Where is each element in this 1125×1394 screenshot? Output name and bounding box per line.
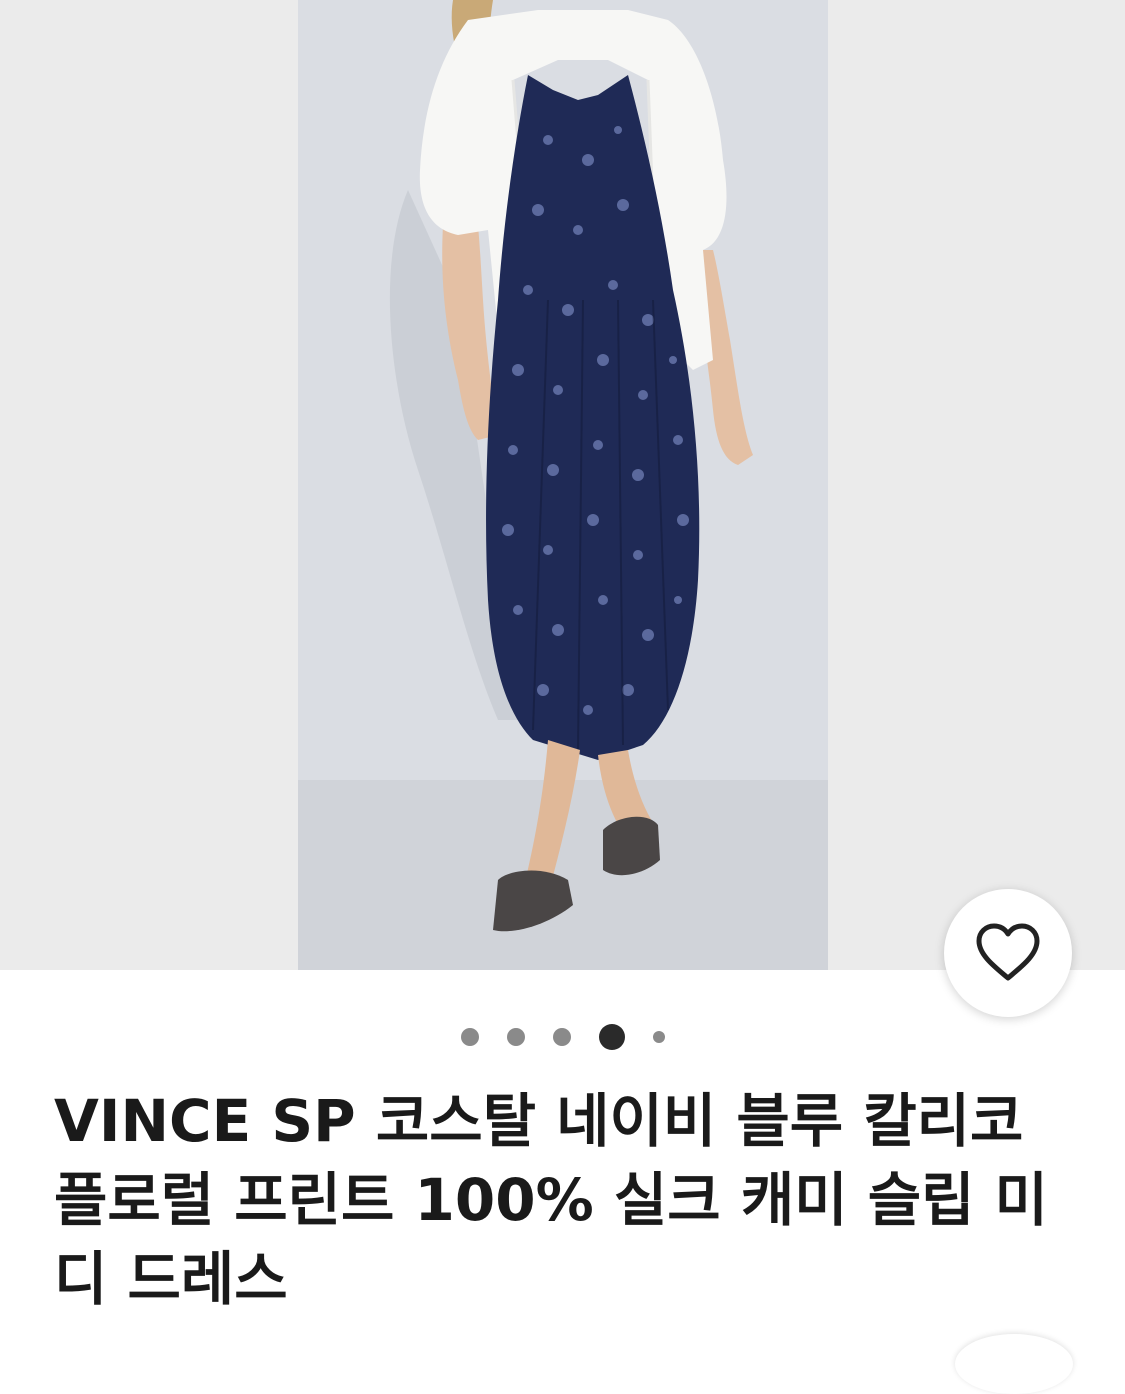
floating-button-partial[interactable] bbox=[955, 1334, 1073, 1394]
carousel-dot[interactable] bbox=[552, 1028, 571, 1046]
product-title: VINCE SP 코스탈 네이비 블루 칼리코 플로럴 프린트 100% 실크 … bbox=[54, 1087, 1049, 1313]
carousel-dot[interactable] bbox=[652, 1031, 665, 1043]
product-photo[interactable] bbox=[298, 0, 828, 970]
product-photo-illustration bbox=[298, 0, 828, 970]
heart-outline-icon bbox=[976, 923, 1040, 981]
carousel-dot[interactable] bbox=[506, 1028, 525, 1046]
image-gallery[interactable] bbox=[0, 0, 1125, 1017]
carousel-indicator bbox=[0, 1022, 1125, 1052]
carousel-dot[interactable] bbox=[460, 1028, 479, 1046]
carousel-dot-active[interactable] bbox=[598, 1024, 625, 1050]
favorite-button[interactable] bbox=[944, 889, 1072, 1017]
